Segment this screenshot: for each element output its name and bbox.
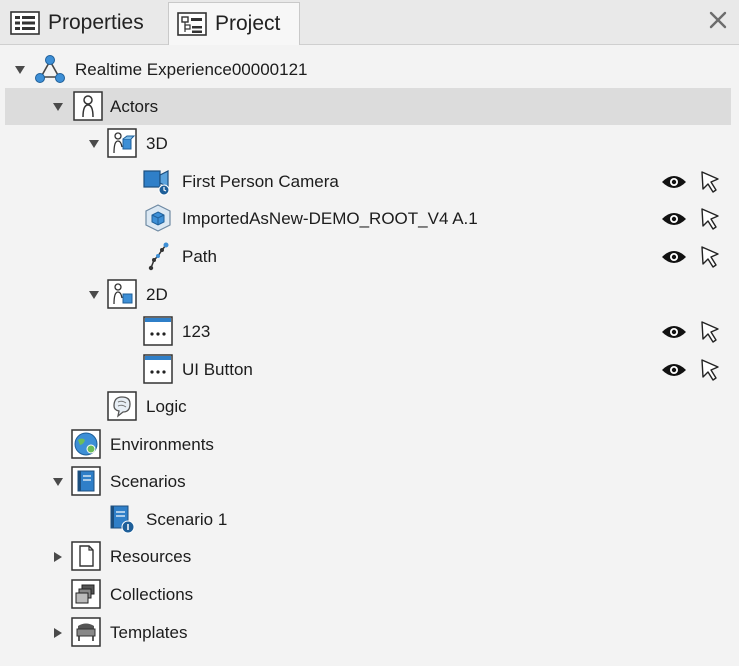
3d-group-icon [105, 126, 139, 160]
expand-arrow-icon[interactable] [87, 288, 101, 302]
cursor-icon[interactable] [699, 320, 721, 344]
network-icon [33, 52, 67, 86]
tree-row-2d[interactable]: 2D [5, 276, 731, 313]
expand-arrow-icon[interactable] [51, 626, 65, 640]
actor-icon [71, 89, 105, 123]
tree-label-2d: 2D [146, 285, 168, 304]
tree-row-path[interactable]: Path [5, 238, 731, 275]
tree-label-scenarios: Scenarios [110, 472, 186, 491]
tree-row-collections[interactable]: Collections [5, 576, 731, 613]
ui-widget-icon [141, 314, 175, 348]
tree-label-root: Realtime Experience00000121 [75, 60, 308, 79]
eye-icon[interactable] [661, 360, 687, 380]
tree-label-collections: Collections [110, 585, 194, 604]
tree-label-logic: Logic [146, 397, 187, 416]
eye-icon[interactable] [661, 172, 687, 192]
2d-group-icon [105, 277, 139, 311]
scenario-icon [105, 502, 139, 536]
collection-icon [69, 577, 103, 611]
tree-row-root[interactable]: Realtime Experience00000121 [5, 51, 731, 88]
scenarios-icon [69, 464, 103, 498]
tree-row-resources[interactable]: Resources [5, 538, 731, 575]
tab-project-label: Project [215, 12, 281, 35]
tree-row-scenario-1[interactable]: Scenario 1 [5, 501, 731, 538]
panel-tab-bar: Properties Project [0, 0, 739, 45]
document-icon [69, 539, 103, 573]
ui-widget-icon [141, 352, 175, 386]
tree-row-123[interactable]: 123 [5, 313, 731, 350]
tree-label-resources: Resources [110, 547, 192, 566]
eye-icon[interactable] [661, 247, 687, 267]
tree-label-scenario-1: Scenario 1 [146, 510, 228, 529]
eye-icon[interactable] [661, 322, 687, 342]
tab-project[interactable]: Project [168, 2, 300, 45]
expand-arrow-icon[interactable] [51, 550, 65, 564]
cursor-icon[interactable] [699, 245, 721, 269]
tab-properties[interactable]: Properties [4, 3, 164, 43]
tree-row-scenarios[interactable]: Scenarios [5, 463, 731, 500]
tree-label-123: 123 [182, 322, 211, 341]
tree-label-environments: Environments [110, 435, 214, 454]
tree-row-ui-button[interactable]: UI Button [5, 351, 731, 388]
tree-row-first-person-camera[interactable]: First Person Camera [5, 163, 731, 200]
cube-icon [141, 201, 175, 235]
tab-properties-label: Properties [48, 11, 144, 34]
tree-label-actors: Actors [110, 97, 159, 116]
tree-label-imported-demo-root: ImportedAsNew-DEMO_ROOT_V4 A.1 [182, 209, 478, 228]
properties-icon [10, 11, 40, 35]
tree-label-ui-button: UI Button [182, 360, 253, 379]
close-icon[interactable] [707, 9, 729, 31]
template-icon [69, 615, 103, 649]
eye-icon[interactable] [661, 209, 687, 229]
expand-arrow-icon[interactable] [51, 100, 65, 114]
path-icon [141, 239, 175, 273]
tree-row-environments[interactable]: Environments [5, 426, 731, 463]
logic-icon [105, 389, 139, 423]
tree-row-3d[interactable]: 3D [5, 125, 731, 162]
cursor-icon[interactable] [699, 170, 721, 194]
cursor-icon[interactable] [699, 358, 721, 382]
environment-icon [69, 427, 103, 461]
expand-arrow-icon[interactable] [13, 63, 27, 77]
expand-arrow-icon[interactable] [51, 475, 65, 489]
cursor-icon[interactable] [699, 207, 721, 231]
project-icon [177, 12, 207, 36]
tree-row-actors[interactable]: Actors [5, 88, 731, 125]
tree-row-logic[interactable]: Logic [5, 388, 731, 425]
tree-row-templates[interactable]: Templates [5, 614, 731, 651]
tree-label-path: Path [182, 247, 217, 266]
camera-icon [141, 164, 175, 198]
tree-label-first-person-camera: First Person Camera [182, 172, 339, 191]
tree-label-templates: Templates [110, 623, 188, 642]
tree-row-imported-demo-root[interactable]: ImportedAsNew-DEMO_ROOT_V4 A.1 [5, 200, 731, 237]
tree-label-3d: 3D [146, 134, 168, 153]
expand-arrow-icon[interactable] [87, 137, 101, 151]
